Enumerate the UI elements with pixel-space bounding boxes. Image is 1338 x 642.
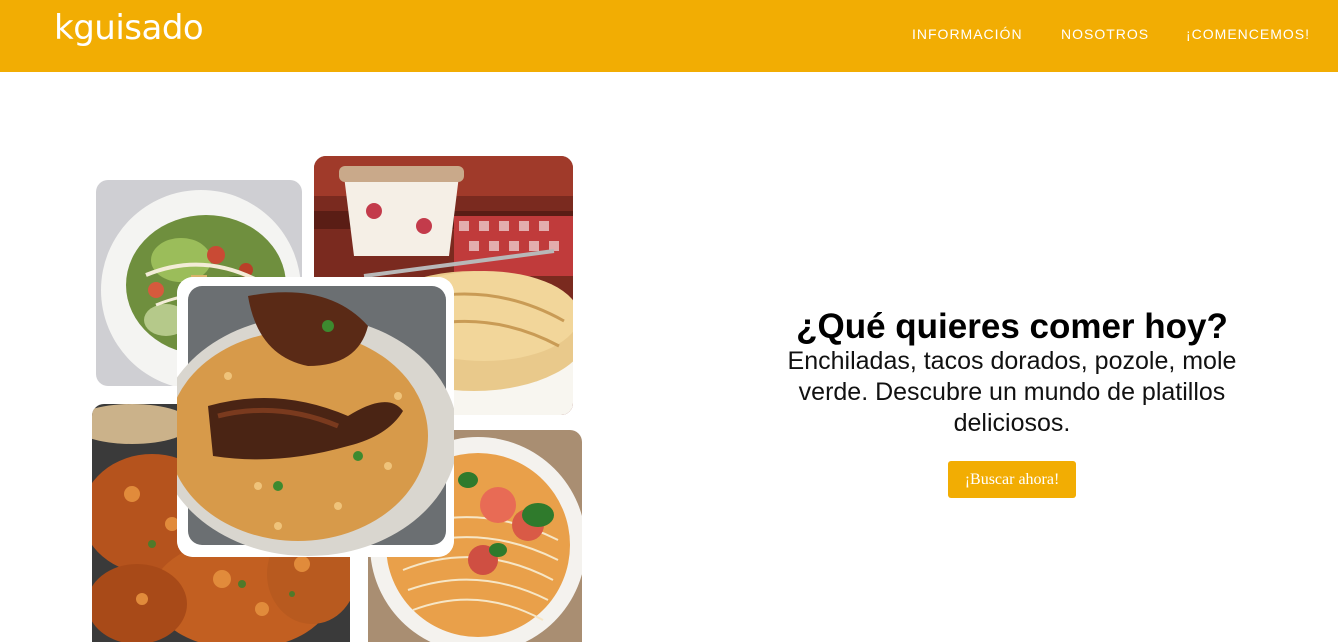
- hero-section: ¿Qué quieres comer hoy? Enchiladas, taco…: [742, 308, 1282, 498]
- hero-title: ¿Qué quieres comer hoy?: [796, 307, 1228, 346]
- chicken-rice-photo: [177, 277, 454, 557]
- nav-link-comencemos[interactable]: ¡COMENCEMOS!: [1186, 26, 1310, 42]
- food-collage: [0, 0, 600, 642]
- hero-description: Enchiladas, tacos dorados, pozole, mole …: [787, 347, 1237, 437]
- search-now-button[interactable]: ¡Buscar ahora!: [947, 461, 1077, 498]
- nav-link-informacion[interactable]: INFORMACIÓN: [912, 26, 1023, 42]
- nav-link-nosotros[interactable]: NOSOTROS: [1061, 26, 1149, 42]
